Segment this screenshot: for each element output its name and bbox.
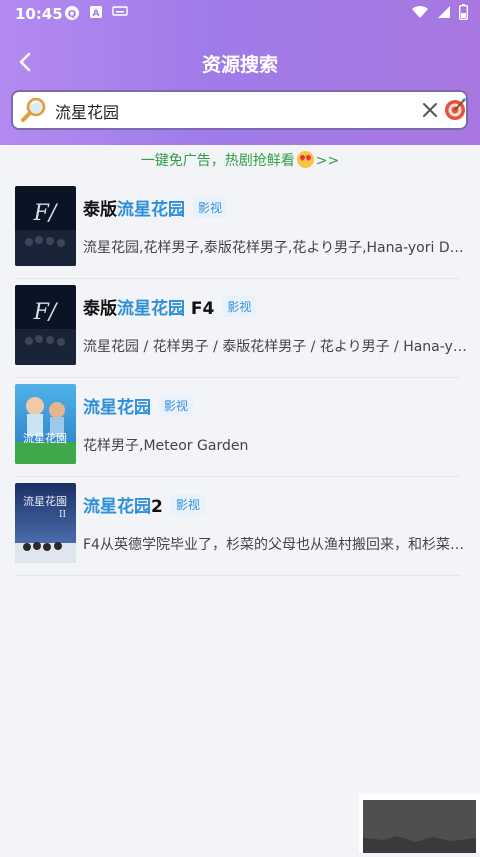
title-highlight: 流星花园 xyxy=(83,398,151,418)
result-item[interactable]: 流星花園 II 流星花园2 影视 F4从英德学院毕业了，杉菜的父母也从渔村搬回来… xyxy=(0,477,480,576)
result-title: 流星花园2 xyxy=(83,492,163,517)
a-app-icon: A xyxy=(90,6,102,19)
result-subtitle: 花样男子,Meteor Garden xyxy=(83,438,249,454)
result-title: 泰版流星花园 F4 xyxy=(83,294,214,319)
title-prefix: 泰版 xyxy=(83,299,117,319)
target-search-icon[interactable] xyxy=(443,97,467,121)
floating-preview-thumbnail[interactable] xyxy=(359,794,480,853)
result-title-row: 泰版流星花园 影视 xyxy=(83,195,228,220)
result-title-row: 泰版流星花园 F4 影视 xyxy=(83,294,257,319)
status-left-icons: Q A xyxy=(64,5,128,21)
category-tag: 影视 xyxy=(222,296,257,317)
result-subtitle: 流星花园 / 花样男子 / 泰版花样男子 / 花より男子 / Hana-yori… xyxy=(83,339,468,355)
keyboard-icon xyxy=(112,6,128,16)
category-tag: 影视 xyxy=(193,197,228,218)
header: 10:45 Q A 资源搜索 xyxy=(0,0,480,145)
result-title: 泰版流星花园 xyxy=(83,195,185,220)
poster-thumbnail: 流星花園 II xyxy=(15,483,76,563)
heart-eyes-emoji-icon xyxy=(296,151,314,168)
magnifier-icon xyxy=(21,97,46,122)
search-input[interactable] xyxy=(53,92,417,130)
result-title-row: 流星花园2 影视 xyxy=(83,492,205,517)
divider xyxy=(15,575,460,576)
clear-icon[interactable] xyxy=(419,99,441,121)
svg-text:II: II xyxy=(59,510,67,520)
result-title-row: 流星花园 影视 xyxy=(83,393,194,418)
wifi-icon xyxy=(412,5,428,18)
result-item[interactable]: 流星花園 流星花园 影视 花样男子,Meteor Garden xyxy=(0,378,480,477)
status-time: 10:45 xyxy=(15,5,63,23)
promo-arrows: >> xyxy=(315,153,340,169)
title-highlight: 流星花园 xyxy=(83,497,151,517)
result-subtitle: F4从英德学院毕业了，杉菜的父母也从渔村搬回来，和杉菜一起生活 xyxy=(83,537,468,553)
svg-text:A: A xyxy=(93,9,100,19)
preview-image xyxy=(363,800,476,853)
promo-banner[interactable]: 一键免广告，热剧抢鲜看 >> xyxy=(0,150,480,170)
q-app-icon: Q xyxy=(65,6,79,20)
signal-icon xyxy=(438,6,450,18)
svg-text:Q: Q xyxy=(68,9,77,20)
result-title: 流星花园 xyxy=(83,393,151,418)
page-title: 资源搜索 xyxy=(201,54,278,76)
title-highlight: 流星花园 xyxy=(117,200,185,220)
title-suffix: F4 xyxy=(185,299,215,319)
svg-text:流星花園: 流星花園 xyxy=(23,431,67,445)
title-highlight: 流星花园 xyxy=(117,299,185,319)
result-item[interactable]: F/ 泰版流星花园 F4 影视 流星花园 / 花样男子 / 泰版花样男子 / 花… xyxy=(0,279,480,378)
promo-text: 一键免广告，热剧抢鲜看 xyxy=(140,153,295,169)
title-bar: 资源搜索 xyxy=(0,42,480,84)
svg-text:F/: F/ xyxy=(33,201,59,226)
poster-thumbnail: F/ xyxy=(15,285,76,365)
category-tag: 影视 xyxy=(170,494,205,515)
result-item[interactable]: F/ 泰版流星花园 影视 流星花园,花样男子,泰版花样男子,花より男子,Hana… xyxy=(0,180,480,279)
svg-text:F/: F/ xyxy=(33,300,59,325)
battery-icon xyxy=(459,4,468,20)
status-bar: 10:45 Q A xyxy=(0,0,480,28)
search-bar xyxy=(11,90,468,130)
result-subtitle: 流星花园,花样男子,泰版花样男子,花より男子,Hana-yori Dango xyxy=(83,240,468,256)
poster-thumbnail: F/ xyxy=(15,186,76,266)
poster-thumbnail: 流星花園 xyxy=(15,384,76,464)
title-prefix: 泰版 xyxy=(83,200,117,220)
svg-text:流星花園: 流星花園 xyxy=(23,494,67,508)
status-right-icons xyxy=(411,4,468,20)
title-suffix: 2 xyxy=(151,497,163,517)
category-tag: 影视 xyxy=(159,395,194,416)
